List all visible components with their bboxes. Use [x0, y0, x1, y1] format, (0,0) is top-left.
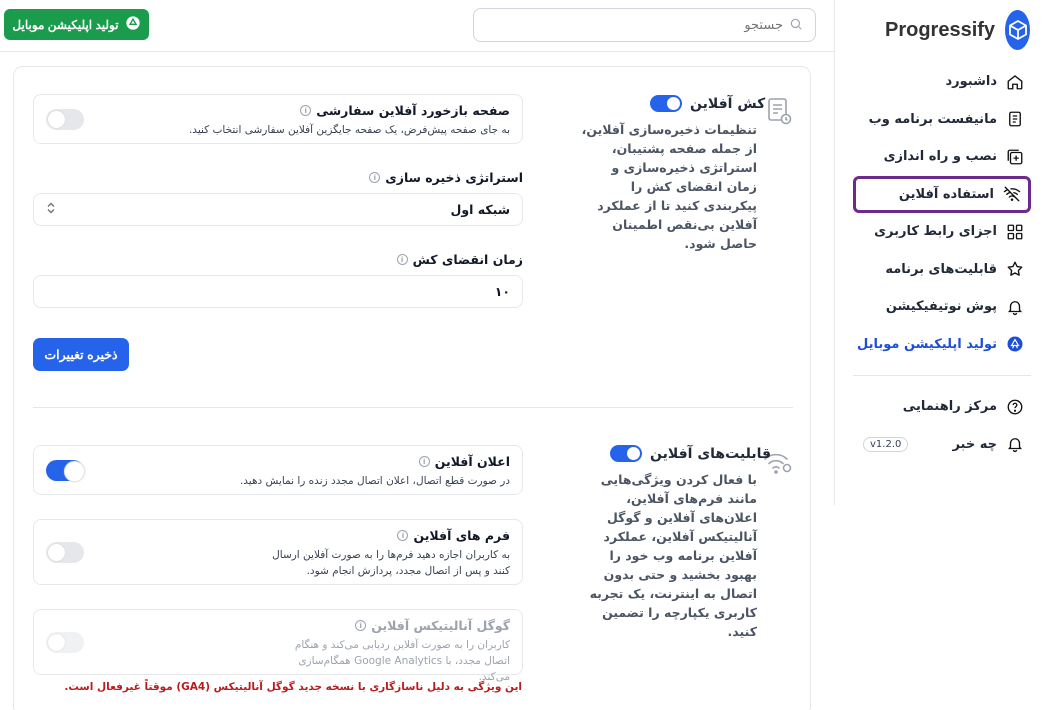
- sidebar-item-offline[interactable]: استفاده آفلاین: [853, 175, 1031, 213]
- sidebar-item-label: مانیفست برنامه وب: [868, 111, 997, 127]
- info-icon[interactable]: i: [369, 172, 381, 183]
- offline-analytics-description: کاربران را به صورت آفلاین ردیابی می‌کند …: [294, 639, 510, 683]
- info-icon: i: [355, 620, 367, 631]
- cache-document-icon: [767, 97, 793, 129]
- sidebar-item-label: داشبورد: [945, 74, 997, 90]
- analytics-warning: این ویژگی به دلیل ناسازگاری با نسخه جدید…: [64, 681, 522, 693]
- offline-analytics-title: گوگل آنالیتیکس آفلاین i: [355, 618, 510, 633]
- home-icon: [1005, 72, 1025, 92]
- sidebar-bottom: مرکز راهنمایی v1.2.0 چه خبر: [853, 388, 1031, 463]
- info-icon[interactable]: i: [418, 456, 430, 467]
- offline-analytics-switch: [46, 632, 84, 653]
- sidebar-item-whats-new[interactable]: v1.2.0 چه خبر: [853, 426, 1031, 464]
- cache-title: کش آفلاین: [690, 95, 766, 112]
- offline-notification-card: اعلان آفلاین i در صورت قطع اتصال، اعلان …: [33, 445, 523, 495]
- offline-notification-description: در صورت قطع اتصال، اعلان اتصال مجدد زنده…: [239, 475, 510, 487]
- sidebar-item-label: اجزای رابط کاربری: [874, 224, 997, 240]
- sidebar-item-label: مرکز راهنمایی: [902, 399, 997, 415]
- offline-forms-switch[interactable]: [46, 542, 84, 563]
- offline-forms-card: فرم های آفلاین i به کاربران اجازه دهید ف…: [33, 519, 523, 585]
- app-root: Progressify داشبورد مانیفست برنامه وب نص…: [0, 0, 1050, 710]
- expiry-label-text: زمان انقضای کش: [412, 252, 523, 267]
- brand-name: Progressify: [885, 18, 996, 41]
- app-store-icon: [1005, 334, 1025, 354]
- bell-icon: [1005, 434, 1025, 454]
- features-toggle[interactable]: [610, 445, 642, 462]
- custom-fallback-title-text: صفحه بازخورد آفلاین سفارشی: [316, 103, 510, 118]
- settings-panel: کش آفلاین تنظیمات ذخیره‌سازی آفلاین، از …: [13, 66, 811, 710]
- custom-fallback-description: به جای صفحه پیش‌فرض، یک صفحه جایگزین آفل…: [188, 124, 510, 136]
- top-bar: تولید اپلیکیشن موبایل: [0, 0, 834, 52]
- sidebar-item-label: چه خبر: [952, 436, 997, 452]
- search-box[interactable]: [473, 8, 816, 42]
- cache-section-title: کش آفلاین: [650, 95, 765, 112]
- sidebar-item-label: تولید اپلیکیشن موبایل: [857, 336, 997, 352]
- sidebar-item-ui-components[interactable]: اجزای رابط کاربری: [853, 213, 1031, 251]
- strategy-label: استراتژی ذخیره سازی i: [369, 170, 523, 185]
- features-section-title: قابلیت‌های آفلاین: [610, 445, 771, 462]
- features-title: قابلیت‌های آفلاین: [650, 445, 772, 462]
- strategy-value: شبکه اول: [450, 202, 511, 217]
- help-icon: [1005, 397, 1025, 417]
- wifi-off-icon: [1002, 184, 1022, 204]
- offline-notification-title: اعلان آفلاین i: [418, 454, 510, 469]
- sidebar-item-mobile-app[interactable]: تولید اپلیکیشن موبایل: [853, 326, 1031, 364]
- install-icon: [1005, 147, 1025, 167]
- app-store-icon: [125, 15, 141, 34]
- expiry-value: ۱۰: [494, 284, 510, 299]
- logo-icon: [1005, 10, 1030, 50]
- sidebar-item-label: پوش نوتیفیکیشن: [885, 299, 997, 315]
- offline-notification-title-text: اعلان آفلاین: [434, 454, 510, 469]
- cache-description: تنظیمات ذخیره‌سازی آفلاین، از جمله صفحه …: [581, 122, 757, 251]
- version-badge: v1.2.0: [863, 436, 909, 452]
- search-input[interactable]: [493, 17, 783, 33]
- bell-icon: [1005, 297, 1025, 317]
- cache-toggle[interactable]: [650, 95, 682, 112]
- sidebar-item-label: استفاده آفلاین: [898, 186, 994, 202]
- offline-notification-switch[interactable]: [46, 460, 85, 482]
- info-icon[interactable]: i: [300, 105, 312, 116]
- offline-forms-title: فرم های آفلاین i: [397, 528, 510, 543]
- offline-forms-title-text: فرم های آفلاین: [413, 528, 510, 543]
- custom-fallback-card: صفحه بازخورد آفلاین سفارشی i به جای صفحه…: [33, 94, 523, 144]
- sidebar-item-label: قابلیت‌های برنامه: [885, 261, 997, 277]
- document-icon: [1005, 109, 1025, 129]
- sidebar-item-dashboard[interactable]: داشبورد: [853, 63, 1031, 101]
- sidebar-item-label: نصب و راه اندازی: [883, 149, 997, 165]
- star-icon: [1005, 259, 1025, 279]
- sidebar-item-push[interactable]: پوش نوتیفیکیشن: [853, 288, 1031, 326]
- expiry-input[interactable]: ۱۰: [33, 275, 523, 308]
- sidebar-item-manifest[interactable]: مانیفست برنامه وب: [853, 101, 1031, 139]
- search-icon: [789, 16, 803, 35]
- save-changes-button[interactable]: ذخیره تغییرات: [33, 338, 129, 371]
- sidebar-item-app-features[interactable]: قابلیت‌های برنامه: [853, 251, 1031, 289]
- chevron-updown-icon: [46, 202, 56, 217]
- info-icon[interactable]: i: [396, 254, 408, 265]
- custom-fallback-title: صفحه بازخورد آفلاین سفارشی i: [300, 103, 510, 118]
- expiry-label: زمان انقضای کش i: [396, 252, 523, 267]
- sidebar-nav: داشبورد مانیفست برنامه وب نصب و راه اندا…: [853, 63, 1031, 463]
- custom-fallback-switch[interactable]: [46, 109, 84, 130]
- sidebar-item-install[interactable]: نصب و راه اندازی: [853, 138, 1031, 176]
- features-description: با فعال کردن ویژگی‌هایی مانند فرم‌های آف…: [589, 472, 757, 639]
- offline-forms-description: به کاربران اجازه دهید فرم‌ها را به صورت …: [272, 549, 510, 577]
- strategy-select[interactable]: شبکه اول: [33, 193, 523, 226]
- grid-icon: [1005, 222, 1025, 242]
- section-divider: [33, 407, 793, 408]
- offline-analytics-card: گوگل آنالیتیکس آفلاین i کاربران را به صو…: [33, 609, 523, 683]
- offline-analytics-title-text: گوگل آنالیتیکس آفلاین: [371, 618, 510, 633]
- info-icon[interactable]: i: [397, 530, 409, 541]
- brand[interactable]: Progressify: [885, 10, 1030, 50]
- cta-label: تولید اپلیکیشن موبایل: [12, 17, 119, 32]
- sidebar: Progressify داشبورد مانیفست برنامه وب نص…: [834, 0, 1050, 505]
- sidebar-divider: [853, 375, 1031, 376]
- sidebar-item-help[interactable]: مرکز راهنمایی: [853, 388, 1031, 426]
- generate-mobile-app-button[interactable]: تولید اپلیکیشن موبایل: [4, 9, 149, 40]
- strategy-label-text: استراتژی ذخیره سازی: [385, 170, 523, 185]
